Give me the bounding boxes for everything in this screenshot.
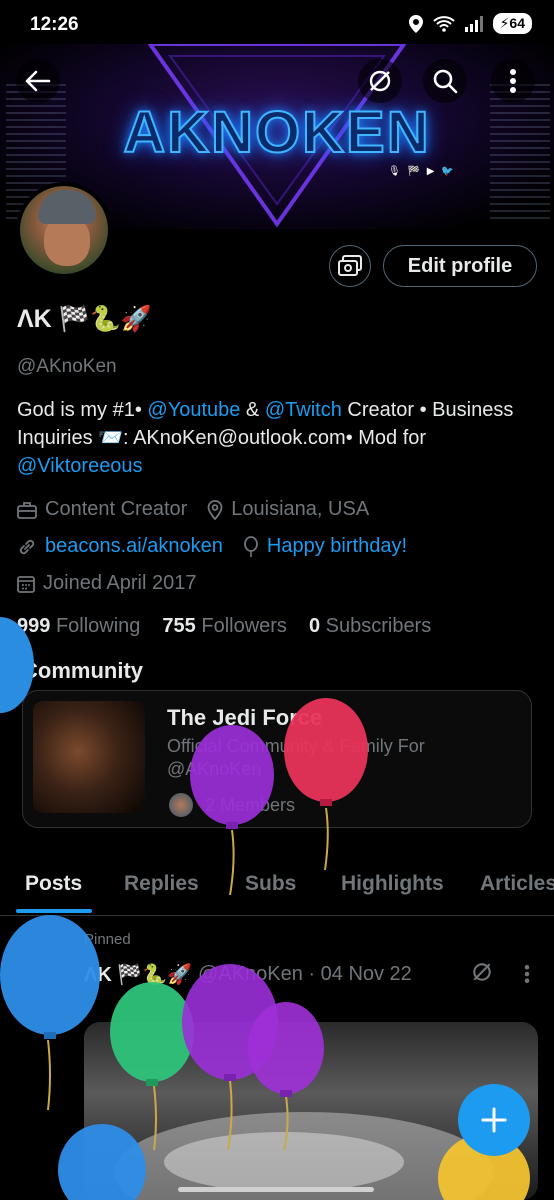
bio-link-viktoreeous[interactable]: @Viktoreeous	[17, 455, 143, 477]
post-handle-date: @AKnoKen · 04 Nov 22	[198, 963, 412, 985]
profile-meta-row-1: Content Creator Louisiana, USA	[17, 498, 389, 521]
link-icon	[19, 539, 35, 554]
follow-counts: 999 Following 755 Followers 0 Subscriber…	[17, 615, 431, 638]
more-vertical-icon	[510, 69, 516, 93]
active-tab-indicator	[16, 909, 92, 913]
community-members: 2 Members	[167, 791, 295, 819]
location-item: Louisiana, USA	[207, 498, 369, 521]
profile-meta-row-2: beacons.ai/aknoken Happy birthday!	[17, 535, 427, 558]
profile-tabs: Posts Replies Subs Highlights Articles	[0, 860, 554, 916]
website-link[interactable]: beacons.ai/aknoken	[45, 535, 223, 558]
category-item: Content Creator	[17, 498, 187, 521]
following-count[interactable]: 999 Following	[17, 615, 140, 638]
bio-text: &	[240, 399, 265, 421]
grok-icon	[369, 70, 391, 92]
subscribers-count[interactable]: 0 Subscribers	[309, 615, 431, 638]
website-item[interactable]: beacons.ai/aknoken	[17, 535, 223, 558]
community-description: Official Community & Family For @AKnoKen	[167, 736, 425, 779]
profile-handle: @AKnoKen	[17, 356, 117, 377]
calendar-icon	[17, 575, 35, 593]
plus-icon	[481, 1107, 507, 1133]
location-icon	[408, 14, 423, 33]
pinned-label: Pinned	[84, 931, 131, 948]
community-section-title: Community	[22, 658, 143, 683]
battery-icon: ⚡64	[492, 13, 532, 34]
profile-meta-row-3: Joined April 2017	[17, 572, 216, 595]
briefcase-icon	[17, 501, 37, 519]
post-grok-button[interactable]	[460, 950, 504, 994]
status-bar: 12:26 ⚡64	[0, 0, 554, 44]
community-name: The Jedi Force	[167, 705, 323, 730]
tab-posts[interactable]: Posts	[25, 872, 82, 896]
birthday-item: Happy birthday!	[243, 535, 407, 558]
balloon-icon	[244, 535, 258, 557]
wifi-icon	[432, 15, 455, 32]
location-pin-icon	[207, 499, 223, 520]
location-text: Louisiana, USA	[231, 498, 370, 520]
tab-replies[interactable]: Replies	[124, 872, 199, 896]
bio-link-youtube[interactable]: @Youtube	[147, 399, 240, 421]
photo-stack-icon	[338, 255, 362, 276]
compose-post-button[interactable]	[458, 1084, 530, 1156]
tab-articles[interactable]: Articles	[480, 872, 554, 896]
followers-count[interactable]: 755 Followers	[162, 615, 287, 638]
member-avatar	[167, 791, 195, 819]
joined-item: Joined April 2017	[17, 572, 196, 595]
bio-link-twitch[interactable]: @Twitch	[265, 399, 342, 421]
category-text: Content Creator	[45, 498, 188, 520]
edit-profile-button[interactable]: Edit profile	[383, 245, 537, 287]
grok-icon	[473, 963, 491, 981]
back-arrow-icon	[25, 70, 51, 92]
search-button[interactable]	[423, 59, 467, 103]
grok-button[interactable]	[358, 59, 402, 103]
more-vertical-icon	[524, 965, 530, 983]
display-name: ΛK 🏁🐍🚀	[17, 305, 153, 333]
more-options-button[interactable]	[491, 59, 535, 103]
search-icon	[433, 69, 458, 94]
post-more-button[interactable]	[505, 952, 549, 996]
post-header: ΛK 🏁🐍🚀 @AKnoKen · 04 Nov 22	[84, 962, 412, 987]
profile-bio: God is my #1• @Youtube & @Twitch Creator…	[17, 396, 547, 480]
banner-logo: AKNOKEN	[122, 99, 431, 166]
members-count: 2 Members	[205, 794, 296, 815]
status-icons: ⚡64	[408, 13, 532, 34]
community-image	[33, 701, 145, 813]
media-button[interactable]	[329, 245, 371, 287]
back-button[interactable]	[16, 59, 60, 103]
post-author[interactable]: ΛK 🏁🐍🚀	[84, 962, 192, 987]
community-card[interactable]: The Jedi Force Official Community & Fami…	[22, 690, 532, 828]
home-indicator[interactable]	[178, 1187, 374, 1192]
status-time: 12:26	[30, 14, 79, 35]
birthday-text: Happy birthday!	[266, 535, 407, 557]
joined-text: Joined April 2017	[43, 572, 197, 594]
bio-text: God is my #1•	[17, 399, 148, 421]
tab-subs[interactable]: Subs	[245, 872, 296, 896]
signal-icon	[464, 15, 483, 32]
profile-avatar[interactable]	[16, 182, 112, 278]
banner-social-icons: 🎙 🏁 ▶ 🐦	[388, 166, 456, 177]
tab-highlights[interactable]: Highlights	[341, 872, 444, 896]
